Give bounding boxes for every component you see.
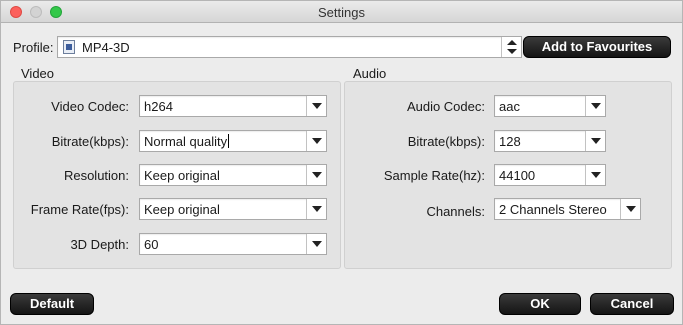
video-bitrate-label: Bitrate(kbps): xyxy=(51,134,129,149)
chevron-down-icon[interactable] xyxy=(620,199,640,219)
frame-rate-label: Frame Rate(fps): xyxy=(30,202,129,217)
channels-value: 2 Channels Stereo xyxy=(499,202,607,217)
sample-rate-select[interactable]: 44100 xyxy=(494,164,606,186)
default-button[interactable]: Default xyxy=(10,293,94,315)
chevron-down-icon[interactable] xyxy=(585,131,605,151)
profile-label: Profile: xyxy=(13,40,54,55)
profile-value: MP4-3D xyxy=(82,40,130,55)
audio-codec-label: Audio Codec: xyxy=(406,99,485,114)
video-codec-value: h264 xyxy=(144,99,173,114)
channels-select[interactable]: 2 Channels Stereo xyxy=(494,198,641,220)
audio-bitrate-value: 128 xyxy=(499,134,521,149)
chevron-down-icon[interactable] xyxy=(306,165,326,185)
settings-window: Settings Profile: MP4-3D Add to Favourit… xyxy=(0,0,683,325)
audio-group-title: Audio xyxy=(353,66,387,81)
audio-codec-select[interactable]: aac xyxy=(494,95,606,117)
sample-rate-value: 44100 xyxy=(499,168,536,183)
title-bar: Settings xyxy=(1,1,682,23)
video-bitrate-value: Normal quality xyxy=(144,134,228,149)
ok-button[interactable]: OK xyxy=(499,293,581,315)
audio-bitrate-label: Bitrate(kbps): xyxy=(407,134,485,149)
3d-depth-select[interactable]: 60 xyxy=(139,233,327,255)
chevron-down-icon[interactable] xyxy=(306,96,326,116)
audio-codec-value: aac xyxy=(499,99,520,114)
resolution-label: Resolution: xyxy=(63,168,129,183)
frame-rate-value: Keep original xyxy=(144,202,220,217)
chevron-down-icon[interactable] xyxy=(306,199,326,219)
video-file-icon xyxy=(63,40,75,54)
chevron-down-icon[interactable] xyxy=(585,96,605,116)
resolution-value: Keep original xyxy=(144,168,220,183)
text-cursor xyxy=(228,134,230,148)
video-group-title: Video xyxy=(21,66,55,81)
3d-depth-value: 60 xyxy=(144,237,159,252)
video-codec-select[interactable]: h264 xyxy=(139,95,327,117)
chevron-down-icon[interactable] xyxy=(306,131,326,151)
video-codec-label: Video Codec: xyxy=(51,99,129,114)
video-bitrate-combobox[interactable]: Normal quality xyxy=(139,130,327,152)
profile-select[interactable]: MP4-3D xyxy=(57,36,522,58)
chevron-down-icon[interactable] xyxy=(306,234,326,254)
cancel-button[interactable]: Cancel xyxy=(590,293,674,315)
chevron-down-icon[interactable] xyxy=(585,165,605,185)
audio-bitrate-select[interactable]: 128 xyxy=(494,130,606,152)
frame-rate-select[interactable]: Keep original xyxy=(139,198,327,220)
resolution-select[interactable]: Keep original xyxy=(139,164,327,186)
sample-rate-label: Sample Rate(hz): xyxy=(383,168,485,183)
add-to-favourites-button[interactable]: Add to Favourites xyxy=(523,36,671,58)
up-down-arrows-icon[interactable] xyxy=(501,37,521,57)
3d-depth-label: 3D Depth: xyxy=(70,237,129,252)
channels-label: Channels: xyxy=(426,204,485,219)
window-title: Settings xyxy=(318,5,365,20)
